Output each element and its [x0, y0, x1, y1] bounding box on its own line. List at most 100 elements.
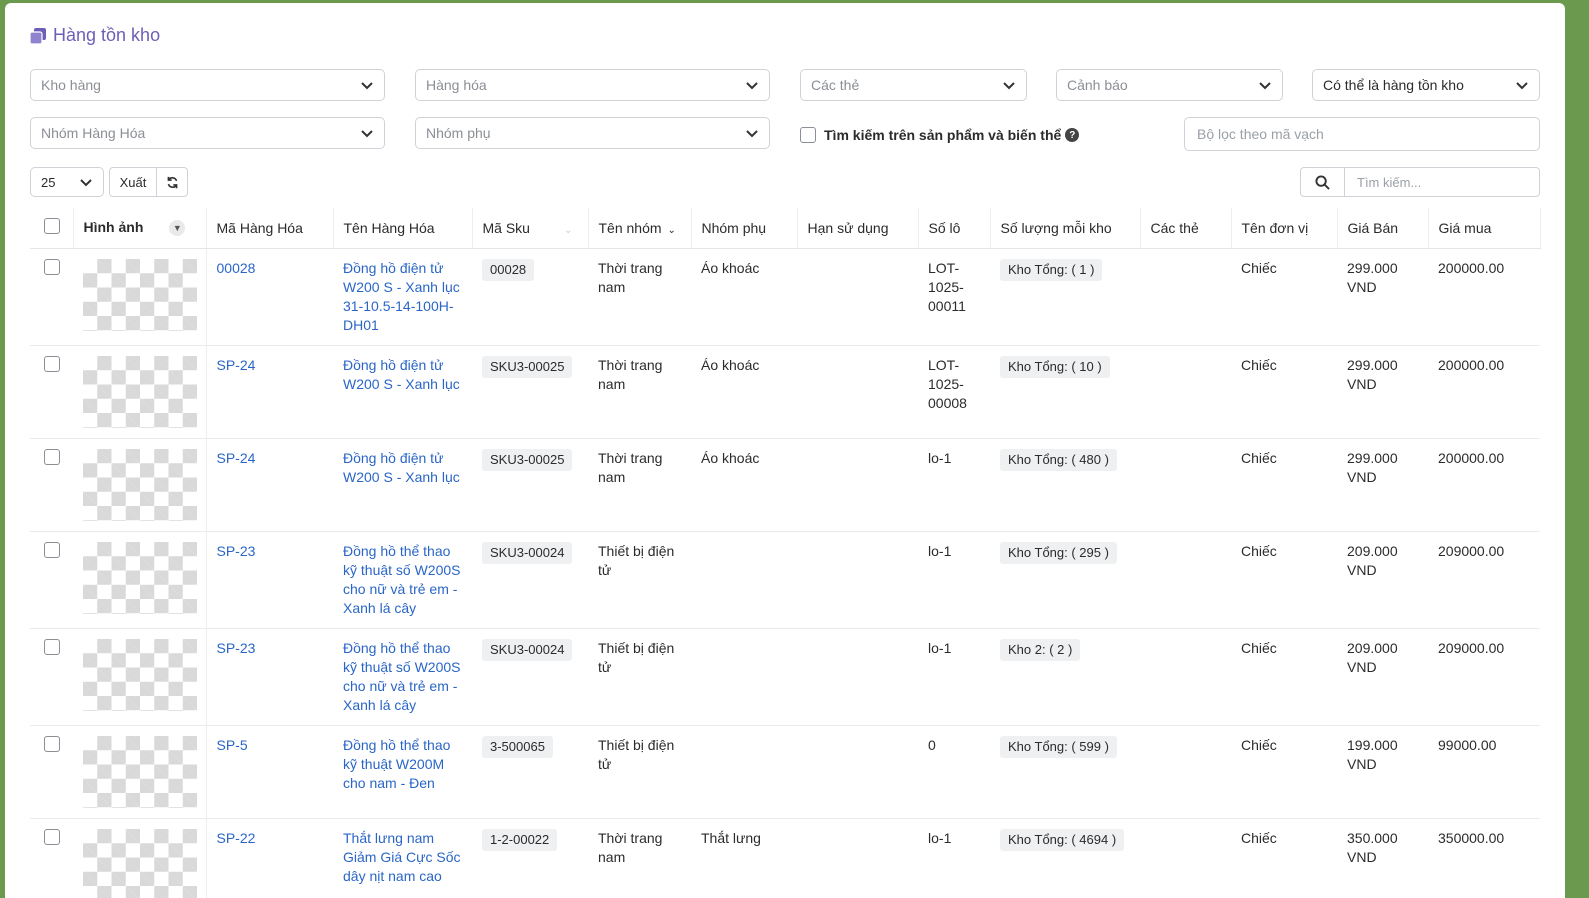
search-variants-checkbox[interactable] [800, 127, 816, 143]
product-code-link[interactable]: SP-24 [206, 438, 333, 531]
product-select[interactable]: Hàng hóa [415, 69, 770, 101]
col-header-buy-price[interactable]: Giá mua [1428, 208, 1540, 248]
stock-badge: Kho Tổng: ( 10 ) [1000, 356, 1110, 378]
col-header-tags[interactable]: Các thẻ [1140, 208, 1231, 248]
product-name-link[interactable]: Đồng hồ thể thao kỹ thuật W200M cho nam … [333, 725, 472, 818]
buy-price-cell: 209000.00 [1428, 531, 1540, 628]
row-checkbox[interactable] [44, 829, 60, 845]
tags-cell [1140, 818, 1231, 898]
table-row[interactable]: SP-24Đồng hồ điện tử W200 S - Xanh lụcSK… [30, 345, 1540, 438]
product-name-link[interactable]: Đồng hồ điện tử W200 S - Xanh lục [333, 438, 472, 531]
row-checkbox[interactable] [44, 542, 60, 558]
product-code-link[interactable]: SP-24 [206, 345, 333, 438]
column-toggle-icon[interactable]: ▼ [169, 220, 185, 236]
row-checkbox[interactable] [44, 449, 60, 465]
col-header-subgroup[interactable]: Nhóm phụ [691, 208, 797, 248]
subgroup-cell: Thắt lưng [691, 818, 797, 898]
search-input[interactable]: Tìm kiếm... [1344, 167, 1540, 197]
tags-cell [1140, 531, 1231, 628]
lot-cell: lo-1 [918, 531, 990, 628]
stock-cell: Kho Tổng: ( 480 ) [990, 438, 1140, 531]
sort-icon[interactable]: ⌄ [668, 225, 676, 236]
buy-price-cell: 200000.00 [1428, 438, 1540, 531]
row-select-cell [30, 818, 73, 898]
col-header-expiry[interactable]: Hạn sử dụng [797, 208, 918, 248]
product-name-link[interactable]: Thắt lưng nam Giảm Giá Cực Sốc dây nịt n… [333, 818, 472, 898]
product-name-link[interactable]: Đồng hồ thể thao kỹ thuật số W200S cho n… [333, 628, 472, 725]
tags-cell [1140, 438, 1231, 531]
col-header-sell-price[interactable]: Giá Bán [1337, 208, 1428, 248]
stock-cell: Kho Tổng: ( 10 ) [990, 345, 1140, 438]
table-row[interactable]: 00028Đồng hồ điện tử W200 S - Xanh lục 3… [30, 248, 1540, 345]
sort-icon[interactable]: ⌄ [564, 225, 572, 236]
barcode-filter-input[interactable]: Bộ lọc theo mã vạch [1184, 117, 1540, 151]
page-title: Hàng tồn kho [29, 25, 160, 46]
group-cell: Thiết bị điện tử [588, 628, 691, 725]
table-header-row: Hình ảnh▼ Mã Hàng Hóa Tên Hàng Hóa Mã Sk… [30, 208, 1540, 248]
col-header-lot[interactable]: Số lô [918, 208, 990, 248]
search-button[interactable] [1300, 167, 1345, 197]
product-code-link[interactable]: SP-23 [206, 531, 333, 628]
product-image-placeholder[interactable] [83, 736, 197, 808]
col-header-name[interactable]: Tên Hàng Hóa [333, 208, 472, 248]
buy-price-cell: 200000.00 [1428, 345, 1540, 438]
sell-price-cell: 299.000 VND [1337, 438, 1428, 531]
buy-price-cell: 99000.00 [1428, 725, 1540, 818]
warning-select[interactable]: Cảnh báo [1056, 69, 1283, 101]
row-select-cell [30, 531, 73, 628]
col-header-image[interactable]: Hình ảnh▼ [73, 208, 206, 248]
col-header-stock[interactable]: Số lượng mỗi kho [990, 208, 1140, 248]
product-image-cell [73, 438, 206, 531]
refresh-button[interactable] [156, 167, 188, 197]
product-code-link[interactable]: SP-23 [206, 628, 333, 725]
sub-group-select[interactable]: Nhóm phụ [415, 117, 770, 149]
table-row[interactable]: SP-22Thắt lưng nam Giảm Giá Cực Sốc dây … [30, 818, 1540, 898]
col-header-group[interactable]: Tên nhóm⌄ [588, 208, 691, 248]
tags-select[interactable]: Các thẻ [800, 69, 1027, 101]
product-name-link[interactable]: Đồng hồ điện tử W200 S - Xanh lục [333, 345, 472, 438]
warehouse-select[interactable]: Kho hàng [30, 69, 385, 101]
unit-cell: Chiếc [1231, 818, 1337, 898]
export-button[interactable]: Xuất [109, 167, 157, 197]
table-row[interactable]: SP-23Đồng hồ thể thao kỹ thuật số W200S … [30, 531, 1540, 628]
table-row[interactable]: SP-5Đồng hồ thể thao kỹ thuật W200M cho … [30, 725, 1540, 818]
sell-price-cell: 299.000 VND [1337, 248, 1428, 345]
sku-badge: 00028 [482, 259, 534, 281]
stock-badge: Kho Tổng: ( 295 ) [1000, 542, 1117, 564]
product-image-placeholder[interactable] [83, 356, 197, 428]
chevron-down-icon [360, 78, 374, 92]
product-code-link[interactable]: SP-22 [206, 818, 333, 898]
page-size-select[interactable]: 25 [30, 167, 104, 197]
product-code-link[interactable]: SP-5 [206, 725, 333, 818]
product-image-placeholder[interactable] [83, 829, 197, 898]
sub-group-select-value: Nhóm phụ [426, 125, 491, 141]
product-image-placeholder[interactable] [83, 639, 197, 711]
row-checkbox[interactable] [44, 639, 60, 655]
product-image-cell [73, 248, 206, 345]
expiry-cell [797, 818, 918, 898]
row-checkbox[interactable] [44, 736, 60, 752]
tags-cell [1140, 248, 1231, 345]
help-icon[interactable]: ? [1065, 128, 1079, 142]
table-row[interactable]: SP-23Đồng hồ thể thao kỹ thuật số W200S … [30, 628, 1540, 725]
product-image-placeholder[interactable] [83, 259, 197, 331]
product-name-link[interactable]: Đồng hồ thể thao kỹ thuật số W200S cho n… [333, 531, 472, 628]
product-image-placeholder[interactable] [83, 449, 197, 521]
col-header-unit[interactable]: Tên đơn vị [1231, 208, 1337, 248]
product-code-link[interactable]: 00028 [206, 248, 333, 345]
select-all-checkbox[interactable] [44, 218, 60, 234]
stock-mode-select[interactable]: Có thể là hàng tồn kho [1312, 69, 1540, 101]
stock-badge: Kho Tổng: ( 599 ) [1000, 736, 1117, 758]
col-header-code[interactable]: Mã Hàng Hóa [206, 208, 333, 248]
product-image-placeholder[interactable] [83, 542, 197, 614]
sku-cell: 1-2-00022 [472, 818, 588, 898]
warning-select-value: Cảnh báo [1067, 77, 1128, 93]
table-row[interactable]: SP-24Đồng hồ điện tử W200 S - Xanh lụcSK… [30, 438, 1540, 531]
col-header-sku[interactable]: Mã Sku⌄ [472, 208, 588, 248]
product-image-cell [73, 628, 206, 725]
product-name-link[interactable]: Đồng hồ điện tử W200 S - Xanh lục 31-10.… [333, 248, 472, 345]
group-cell: Thời trang nam [588, 345, 691, 438]
row-checkbox[interactable] [44, 356, 60, 372]
row-checkbox[interactable] [44, 259, 60, 275]
product-group-select[interactable]: Nhóm Hàng Hóa [30, 117, 385, 149]
